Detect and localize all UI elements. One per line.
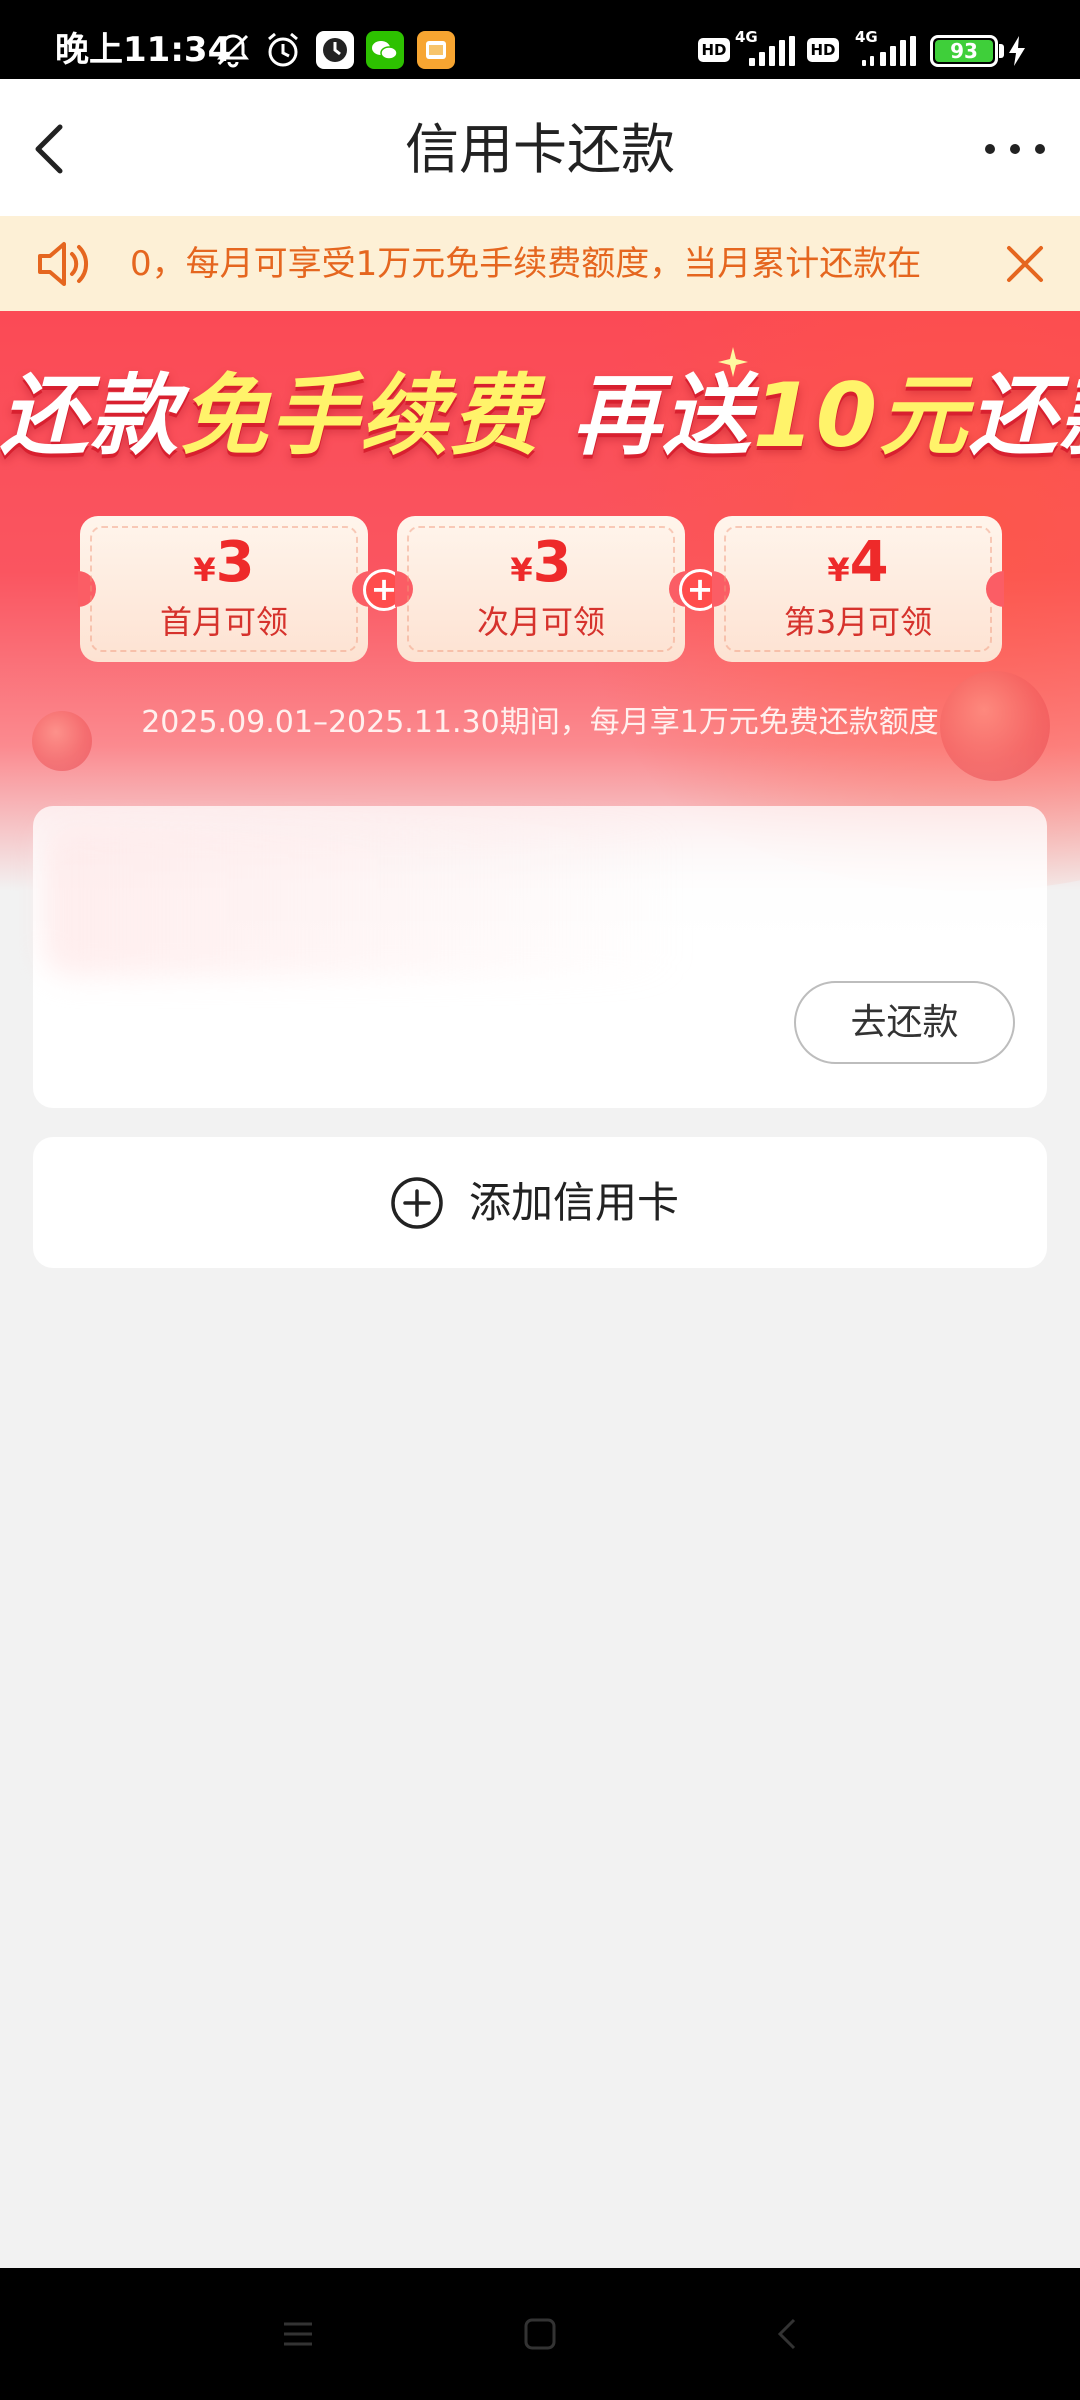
banner-title-part: 免手续费 — [180, 364, 541, 467]
coupon-month-1: ¥3 首月可领 — [78, 516, 370, 662]
status-bar: 晚上11:34 HD 4G HD 4G 93 — [0, 0, 1080, 79]
bell-off-icon — [217, 34, 249, 68]
notice-text: 0，每月可享受1万元免手续费额度，当月累计还款在 — [130, 244, 922, 284]
coupon-currency: ¥ — [827, 551, 850, 589]
app-header: 信用卡还款 — [0, 79, 1080, 216]
speaker-icon — [38, 242, 89, 286]
charging-icon — [1009, 36, 1025, 66]
more-options-icon[interactable] — [975, 119, 1055, 179]
hd-badge: HD — [698, 38, 730, 62]
promo-period-text: 2025.09.01–2025.11.30期间，每月享1万元免费还款额度 — [141, 705, 939, 740]
coupon-amount: 4 — [849, 530, 889, 595]
promo-banner[interactable]: 还款免手续费 再送10元还款金 ¥3 首月可领 + ¥3 次月可领 + ¥4 第… — [0, 311, 1080, 891]
close-icon[interactable] — [995, 238, 1055, 290]
coupon-label: 次月可领 — [476, 603, 605, 641]
system-nav-bar — [0, 2268, 1080, 2400]
wechat-icon — [366, 31, 404, 69]
card-info-blurred — [43, 826, 683, 976]
status-time: 晚上11:34 — [55, 30, 232, 70]
home-icon[interactable] — [520, 2314, 560, 2354]
battery-cap — [999, 44, 1004, 58]
repay-button[interactable]: 去还款 — [794, 981, 1015, 1064]
coupon-currency: ¥ — [510, 551, 533, 589]
banner-title-part: 还款金 — [969, 364, 1080, 467]
banner-title-part: 还款 — [0, 364, 181, 467]
battery-level: 93 — [935, 40, 993, 62]
battery-indicator: 93 — [930, 35, 998, 67]
add-card-label: 添加信用卡 — [469, 1178, 680, 1227]
coupon-month-3: ¥4 第3月可领 — [712, 516, 1004, 662]
menu-icon[interactable] — [278, 2314, 318, 2354]
add-credit-card-button[interactable]: 添加信用卡 — [33, 1137, 1047, 1268]
coupon-label: 第3月可领 — [783, 603, 933, 641]
coupon-month-2: ¥3 次月可领 — [395, 516, 687, 662]
page-title: 信用卡还款 — [405, 118, 675, 181]
signal-icon — [745, 36, 795, 66]
sparkle-icon — [718, 347, 748, 377]
signal-icon — [860, 36, 920, 66]
notice-bar: 0，每月可享受1万元免手续费额度，当月累计还款在 — [0, 216, 1080, 311]
coupon-currency: ¥ — [193, 551, 216, 589]
clock-app-icon — [316, 31, 354, 69]
coupon-amount: 3 — [215, 530, 255, 595]
coupon-amount: 3 — [532, 530, 572, 595]
coupon-label: 首月可领 — [159, 603, 288, 641]
banner-title: 还款免手续费 再送10元还款金 — [0, 361, 1080, 471]
banner-title-part: 10元 — [752, 364, 970, 467]
hd-badge: HD — [807, 38, 839, 62]
credit-card-item: 去还款 — [33, 806, 1047, 1108]
banner-title-part: 再送 — [572, 364, 753, 467]
gallery-app-icon — [417, 31, 455, 69]
alarm-icon — [268, 32, 298, 67]
add-circle-icon — [391, 1177, 443, 1229]
back-nav-icon[interactable] — [768, 2314, 808, 2354]
